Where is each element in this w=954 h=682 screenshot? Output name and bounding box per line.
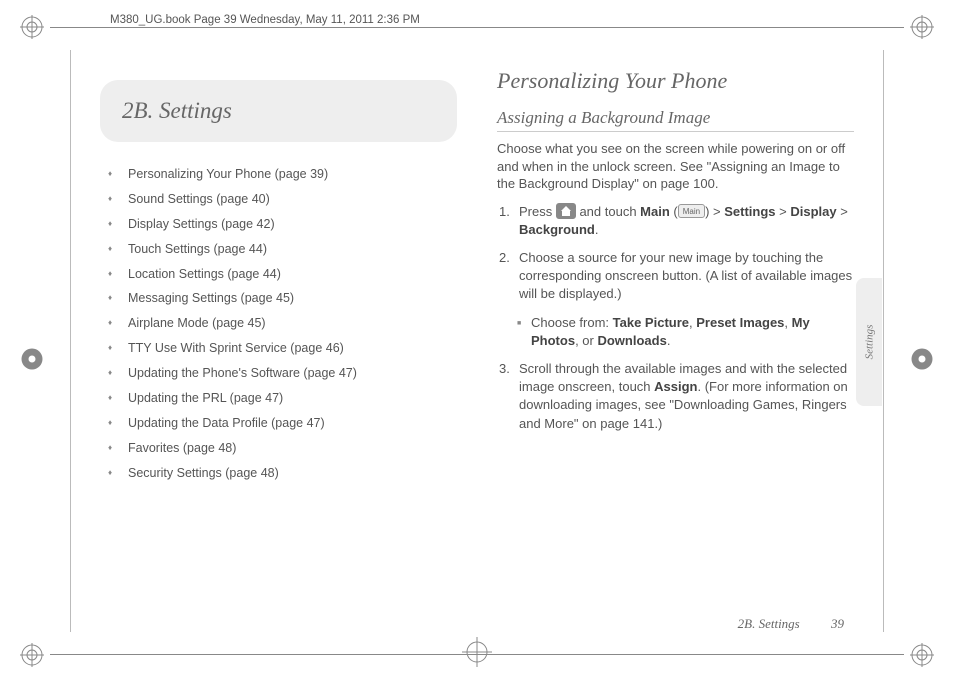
intro-paragraph: Choose what you see on the screen while … [497,140,854,193]
step-number: 3. [499,360,510,378]
toc-item: Display Settings (page 42) [100,216,457,233]
option-take-picture: Take Picture [613,315,689,330]
toc-item: Touch Settings (page 44) [100,241,457,258]
crop-line [50,27,904,28]
step-text: Press [519,204,556,219]
page-content: 2B. Settings Personalizing Your Phone (p… [100,60,854,622]
ui-label-assign: Assign [654,379,697,394]
toc-item: Security Settings (page 48) [100,465,457,482]
bullet-text: . [667,333,671,348]
step-text: ( [670,204,678,219]
registration-mark-icon [910,643,934,667]
bullet-text: , [784,315,791,330]
toc-item: Favorites (page 48) [100,440,457,457]
page-footer: 2B. Settings 39 [738,616,844,632]
subsection-heading: Assigning a Background Image [497,108,854,132]
step-text: Choose a source for your new image by to… [519,250,852,301]
registration-mark-icon [910,15,934,39]
chapter-heading: 2B. Settings [100,80,457,142]
bullet-text: , or [575,333,597,348]
registration-mark-icon [20,15,44,39]
step-3: 3. Scroll through the available images a… [497,360,854,433]
table-of-contents: Personalizing Your Phone (page 39) Sound… [100,166,457,481]
toc-item: Updating the Data Profile (page 47) [100,415,457,432]
step-text: > [837,204,848,219]
ui-label-settings: Settings [724,204,775,219]
instruction-steps: 1. Press and touch Main (Main) > Setting… [497,203,854,433]
footer-section: 2B. Settings [738,616,800,631]
step-text: ) > [705,204,724,219]
crop-line [883,50,884,632]
toc-item: Updating the PRL (page 47) [100,390,457,407]
step-text: > [776,204,791,219]
toc-item: Updating the Phone's Software (page 47) [100,365,457,382]
crop-line [70,50,71,632]
gear-mark-icon [908,345,936,373]
toc-item: Location Settings (page 44) [100,266,457,283]
chapter-heading-text: 2B. Settings [122,98,232,123]
toc-item: Personalizing Your Phone (page 39) [100,166,457,183]
home-key-icon [556,203,576,219]
ui-label-main: Main [640,204,670,219]
step-number: 1. [499,203,510,221]
toc-item: TTY Use With Sprint Service (page 46) [100,340,457,357]
left-column: 2B. Settings Personalizing Your Phone (p… [100,60,457,622]
center-cross-icon [462,637,492,667]
right-column: Personalizing Your Phone Assigning a Bac… [497,60,854,622]
toc-item: Messaging Settings (page 45) [100,290,457,307]
framemaker-header: M380_UG.book Page 39 Wednesday, May 11, … [110,14,420,26]
bullet-text: Choose from: [531,315,613,330]
registration-mark-icon [20,643,44,667]
gear-mark-icon [18,345,46,373]
ui-label-display: Display [790,204,836,219]
step-1: 1. Press and touch Main (Main) > Setting… [497,203,854,239]
option-downloads: Downloads [597,333,666,348]
step-2: 2. Choose a source for your new image by… [497,249,854,304]
toc-item: Sound Settings (page 40) [100,191,457,208]
step-number: 2. [499,249,510,267]
footer-page-number: 39 [831,616,844,631]
step-text: and touch [576,204,640,219]
section-heading: Personalizing Your Phone [497,68,854,94]
step-2-bullet: Choose from: Take Picture, Preset Images… [497,314,854,350]
main-button-icon: Main [678,204,705,218]
ui-label-background: Background [519,222,595,237]
step-text: . [595,222,599,237]
option-preset-images: Preset Images [696,315,784,330]
side-thumb-tab: Settings [856,278,882,406]
side-tab-label: Settings [863,325,875,360]
toc-item: Airplane Mode (page 45) [100,315,457,332]
